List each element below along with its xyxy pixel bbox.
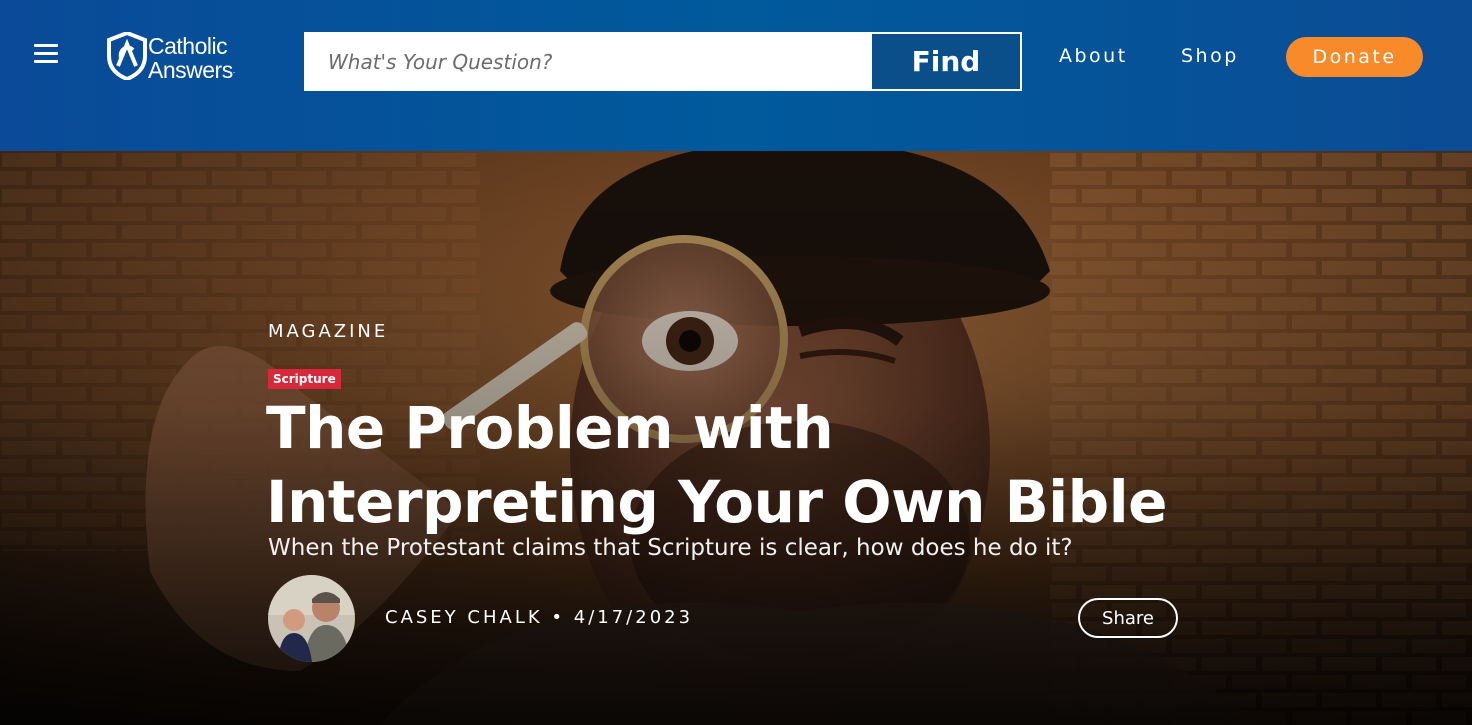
author-name[interactable]: CASEY CHALK [385,607,543,628]
logo-mark-icon [107,32,147,80]
donate-button[interactable]: Donate [1286,37,1423,77]
share-button[interactable]: Share [1078,598,1178,638]
nav-shop-link[interactable]: Shop [1181,45,1239,67]
article-hero: MAGAZINE Scripture The Problem with Inte… [0,151,1472,725]
article-title: The Problem with Interpreting Your Own B… [266,394,1167,536]
nav-about-link[interactable]: About [1059,45,1128,67]
article-byline: CASEY CHALK • 4/17/2023 [385,607,693,628]
menu-icon[interactable] [34,42,58,64]
logo-line1: Catholic [148,33,228,59]
article-subtitle: When the Protestant claims that Scriptur… [268,535,1073,561]
author-avatar[interactable] [268,575,355,662]
section-label[interactable]: MAGAZINE [268,321,388,342]
byline-separator: • [551,607,566,628]
author-photo [268,575,355,662]
site-logo[interactable]: Catholic Answers. [107,32,267,82]
find-button[interactable]: Find [870,32,1022,91]
category-tag[interactable]: Scripture [268,369,341,389]
search-input[interactable] [304,32,870,91]
publish-date: 4/17/2023 [573,607,694,628]
search-bar: Find [304,32,1022,91]
logo-line2: Answers. [148,57,235,83]
logo-text: Catholic Answers. [148,34,235,82]
site-header: Catholic Answers. Find About Shop Donate [0,0,1472,151]
